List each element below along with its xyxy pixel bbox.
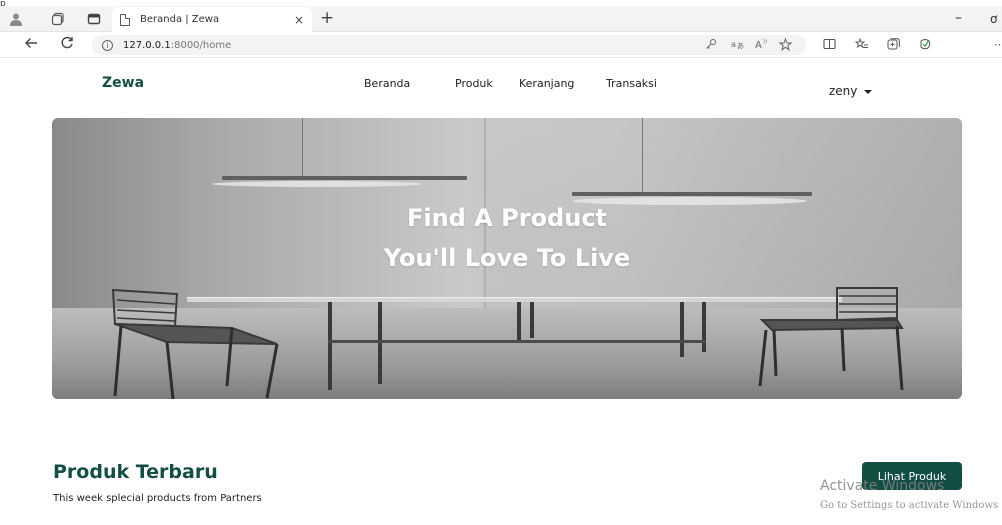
read-aloud-icon[interactable]: A))	[755, 38, 769, 53]
hero-table-rail	[328, 340, 706, 343]
workspaces-icon[interactable]	[50, 11, 66, 27]
extension-icon[interactable]	[919, 38, 932, 53]
lihat-produk-button[interactable]: Lihat Produk	[862, 462, 962, 490]
hero-headline-line1: Find A Product	[406, 204, 608, 232]
split-screen-icon[interactable]	[823, 38, 836, 53]
tab-close-button[interactable]: ×	[294, 13, 304, 27]
address-path: :8000/home	[170, 39, 232, 51]
address-host: 127.0.0.1	[123, 39, 171, 51]
hero-headline: Find A Product You'll Love To Live	[52, 198, 962, 278]
nav-link-produk[interactable]: Produk	[455, 77, 493, 90]
section-subtitle: This week splecial products from Partner…	[53, 493, 262, 504]
hero-headline-line2: You'll Love To Live	[383, 244, 631, 272]
user-dropdown[interactable]: zeny	[829, 84, 873, 98]
favorites-icon[interactable]	[854, 37, 869, 53]
tab-title: Beranda | Zewa	[140, 14, 220, 25]
key-icon[interactable]	[705, 38, 717, 53]
new-tab-button[interactable]: +	[320, 9, 334, 27]
favorite-star-icon[interactable]	[778, 37, 793, 54]
hero-table-leg	[680, 302, 684, 357]
translate-icon[interactable]: aあ	[731, 38, 745, 53]
svg-text:あ: あ	[737, 42, 744, 50]
refresh-button[interactable]	[60, 36, 74, 53]
hero-chair-left	[111, 288, 279, 399]
hero-lamp-wire	[302, 118, 303, 176]
hero-table-leg	[530, 302, 534, 338]
svg-text:a: a	[731, 40, 736, 49]
active-tab[interactable]: Beranda | Zewa ×	[112, 7, 312, 32]
hero-chair-right	[758, 287, 904, 391]
hero-table-leg	[702, 302, 706, 352]
back-button[interactable]	[24, 36, 38, 53]
browser-tab-bar: Beranda | Zewa × + – ơ	[0, 6, 1002, 32]
nav-link-beranda[interactable]: Beranda	[364, 77, 410, 90]
info-icon[interactable]: i	[102, 39, 113, 51]
hero-lamp-wire	[642, 118, 643, 192]
section-title: Produk Terbaru	[53, 461, 218, 483]
hero-banner: Find A Product You'll Love To Live	[52, 118, 962, 399]
minimize-button[interactable]: –	[955, 10, 962, 26]
more-menu-icon[interactable]: ⋯	[994, 38, 1002, 51]
site-brand-logo[interactable]: Zewa	[102, 75, 144, 91]
hero-table-leg	[378, 302, 382, 384]
address-bar[interactable]: i 127.0.0.1:8000/home	[92, 35, 806, 55]
user-name: zeny	[829, 84, 858, 98]
page-icon	[120, 13, 130, 26]
chevron-down-icon	[864, 89, 873, 94]
collections-icon[interactable]	[887, 38, 900, 53]
restore-button[interactable]: ơ	[990, 12, 997, 26]
hero-lamp-shade	[212, 181, 422, 187]
svg-text:A: A	[755, 40, 762, 50]
hero-lamp	[222, 176, 467, 180]
activate-windows-subtext: Go to Settings to activate Windows	[820, 500, 999, 511]
hero-table-leg	[328, 302, 332, 390]
hero-lamp	[572, 192, 812, 196]
tab-actions-icon[interactable]	[86, 11, 102, 27]
profile-icon[interactable]	[8, 11, 24, 27]
nav-link-keranjang[interactable]: Keranjang	[519, 77, 574, 90]
browser-toolbar: i 127.0.0.1:8000/home aあ A)) ⋯	[0, 32, 1002, 58]
hero-table-leg	[517, 302, 521, 342]
svg-text:)): ))	[763, 39, 767, 45]
nav-link-transaksi[interactable]: Transaksi	[606, 77, 657, 90]
